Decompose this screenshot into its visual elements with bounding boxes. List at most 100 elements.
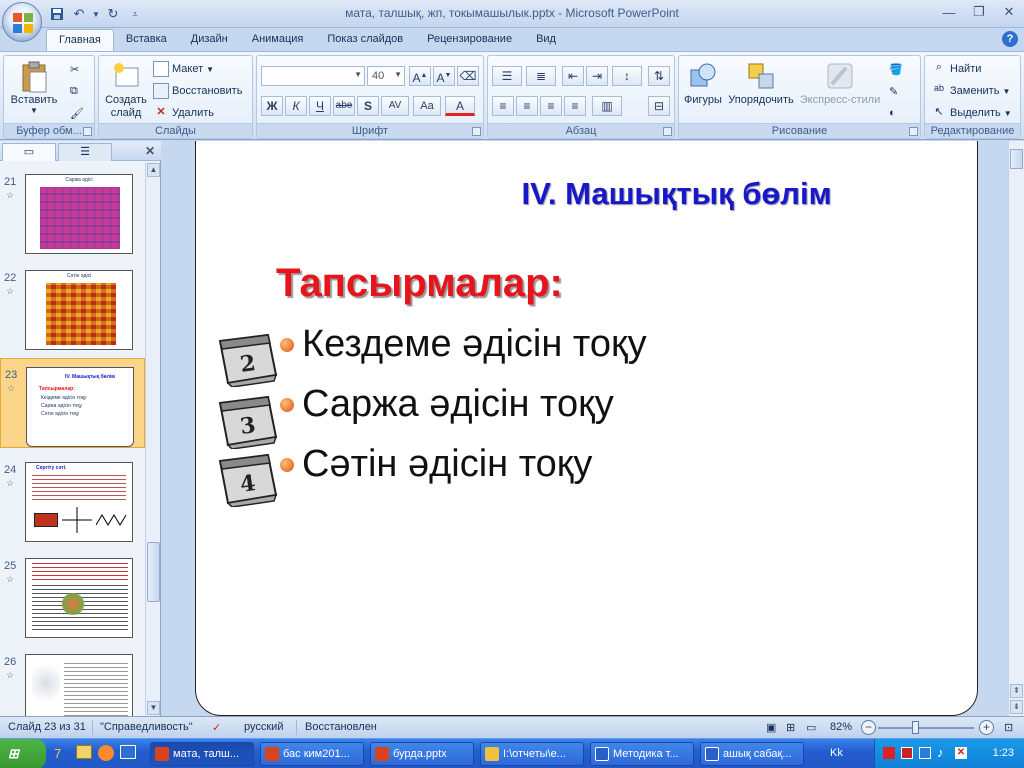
tab-slides-pane[interactable]: ▭	[2, 143, 56, 161]
restore-icon[interactable]: ❐	[968, 3, 990, 21]
tab-view[interactable]: Вид	[524, 29, 568, 51]
align-center-icon[interactable]: ≡	[516, 96, 538, 116]
zoom-level[interactable]: 82%	[830, 721, 852, 733]
quicklaunch-desktop-icon[interactable]	[120, 745, 136, 759]
scroll-up-icon[interactable]: ▲	[147, 163, 160, 177]
shape-effects-icon[interactable]: ◐	[889, 104, 896, 122]
italic-button[interactable]: К	[285, 96, 307, 116]
shape-fill-icon[interactable]: 🪣	[889, 60, 903, 78]
numbering-icon[interactable]: ≣	[526, 66, 556, 86]
text-direction-icon[interactable]: ⇅	[648, 66, 670, 86]
arrange-button[interactable]: Упорядочить	[727, 60, 795, 106]
format-painter-icon[interactable]: 🖌	[70, 104, 84, 122]
thumbnail-slide-23[interactable]: 23 ☆ IV. Машықтық бөлім Тапсырмалар: Кез…	[0, 358, 145, 448]
zoom-out-icon[interactable]: −	[861, 720, 876, 735]
layout-button[interactable]: Макет ▼	[153, 60, 214, 78]
reset-button[interactable]: Восстановить	[153, 82, 242, 100]
paste-button[interactable]: Вставить ▼	[10, 60, 58, 115]
replace-button[interactable]: ab Заменить ▼	[931, 82, 1010, 100]
tab-insert[interactable]: Вставка	[114, 29, 179, 51]
thumbnail-slide-25[interactable]: 25 ☆	[0, 550, 145, 640]
task-item-3[interactable]: Сәтін әдісін тоқу	[280, 443, 592, 486]
shapes-button[interactable]: Фигуры	[681, 60, 725, 106]
tray-flash-icon[interactable]	[883, 747, 895, 759]
help-icon[interactable]: ?	[1002, 31, 1018, 47]
taskbar-item-6[interactable]: ашық сабақ...	[700, 742, 804, 766]
spellcheck-icon[interactable]: ✓	[212, 721, 221, 734]
decrease-indent-icon[interactable]: ⇤	[562, 66, 584, 86]
tab-animation[interactable]: Анимация	[240, 29, 316, 51]
drawing-launcher-icon[interactable]	[909, 127, 918, 136]
thumbnails-scrollbar[interactable]: ▲ ▼	[145, 162, 160, 716]
slide-title[interactable]: IV. Машықтық бөлім	[196, 176, 977, 212]
grow-font-icon[interactable]: A▲	[409, 66, 431, 86]
find-button[interactable]: ⌕ Найти	[931, 60, 981, 78]
quick-styles-button[interactable]: Экспресс-стили	[797, 60, 883, 106]
justify-icon[interactable]: ≡	[564, 96, 586, 116]
clipboard-launcher-icon[interactable]	[83, 127, 92, 136]
copy-icon[interactable]: ⧉	[70, 82, 78, 100]
clear-format-icon[interactable]: ⌫	[457, 66, 479, 86]
bullets-icon[interactable]: ☰	[492, 66, 522, 86]
align-right-icon[interactable]: ≡	[540, 96, 562, 116]
thumbnail-slide-22[interactable]: 22 ☆ Сәтін әдісі	[0, 262, 145, 352]
scroll-down-icon[interactable]: ▼	[147, 701, 160, 715]
tab-design[interactable]: Дизайн	[179, 29, 240, 51]
bold-button[interactable]: Ж	[261, 96, 283, 116]
zoom-slider-thumb[interactable]	[912, 721, 919, 734]
font-name-combo[interactable]: ▼	[261, 66, 365, 86]
minimize-icon[interactable]: —	[938, 3, 960, 21]
language-indicator[interactable]: Kk	[830, 747, 843, 759]
slide-scrollbar[interactable]: ⇞ ⇟	[1008, 141, 1024, 716]
thumbnail-slide-24[interactable]: 24 ☆ Сергіту сәті.	[0, 454, 145, 544]
tray-network-icon[interactable]	[919, 747, 931, 759]
tab-outline-pane[interactable]: ☰	[58, 143, 112, 161]
taskbar-item-4[interactable]: I:\отчеты\е...	[480, 742, 584, 766]
align-left-icon[interactable]: ≡	[492, 96, 514, 116]
taskbar-item-2[interactable]: бас ким201...	[260, 742, 364, 766]
zoom-slider[interactable]	[878, 727, 974, 729]
task-item-1[interactable]: Кездеме әдісін тоқу	[280, 323, 647, 366]
tab-home[interactable]: Главная	[46, 29, 114, 51]
cut-icon[interactable]: ✂	[70, 60, 79, 78]
thumbnail-slide-21[interactable]: 21 ☆ Саржа әдісі	[0, 166, 145, 256]
tab-slideshow[interactable]: Показ слайдов	[315, 29, 415, 51]
zoom-in-icon[interactable]: +	[979, 720, 994, 735]
font-launcher-icon[interactable]	[472, 127, 481, 136]
underline-button[interactable]: Ч	[309, 96, 331, 116]
quicklaunch-folder-icon[interactable]	[76, 745, 92, 759]
taskbar-item-1[interactable]: мата, талш...	[150, 742, 254, 766]
tray-antivirus-icon[interactable]	[901, 747, 913, 759]
prev-slide-icon[interactable]: ⇞	[1010, 684, 1023, 698]
sorter-view-icon[interactable]: ⊞	[786, 721, 795, 734]
close-icon[interactable]: ✕	[998, 3, 1020, 21]
char-spacing-button[interactable]: AV	[381, 96, 409, 116]
thumbnail-slide-26[interactable]: 26 ☆	[0, 646, 145, 716]
tab-review[interactable]: Рецензирование	[415, 29, 524, 51]
change-case-button[interactable]: Aa	[413, 96, 441, 116]
font-size-combo[interactable]: 40 ▼	[367, 66, 405, 86]
tray-alert-icon[interactable]: ✕	[955, 747, 967, 759]
start-button[interactable]: ⊞	[0, 739, 46, 768]
tray-volume-icon[interactable]: ♪	[937, 745, 944, 760]
office-button[interactable]	[2, 2, 42, 42]
delete-slide-button[interactable]: ✕ Удалить	[153, 104, 214, 122]
slideshow-view-icon[interactable]: ▭	[806, 721, 816, 734]
quicklaunch-media-icon[interactable]	[98, 745, 114, 761]
scrollbar-thumb[interactable]	[147, 542, 160, 602]
columns-icon[interactable]: ▥	[592, 96, 622, 116]
font-color-button[interactable]: A	[445, 96, 475, 116]
taskbar-item-5[interactable]: Методика т...	[590, 742, 694, 766]
slide-scrollbar-thumb[interactable]	[1010, 149, 1023, 169]
language-status[interactable]: русский	[244, 721, 283, 733]
shadow-button[interactable]: S	[357, 96, 379, 116]
strikethrough-button[interactable]: abe	[333, 96, 355, 116]
line-spacing-icon[interactable]: ↕	[612, 66, 642, 86]
select-button[interactable]: ↖ Выделить ▼	[931, 104, 1011, 122]
normal-view-icon[interactable]: ▣	[766, 721, 776, 734]
taskbar-item-3[interactable]: бурда.pptx	[370, 742, 474, 766]
paragraph-launcher-icon[interactable]	[663, 127, 672, 136]
align-text-icon[interactable]: ⊟	[648, 96, 670, 116]
new-slide-button[interactable]: Создать слайд	[103, 60, 149, 120]
increase-indent-icon[interactable]: ⇥	[586, 66, 608, 86]
